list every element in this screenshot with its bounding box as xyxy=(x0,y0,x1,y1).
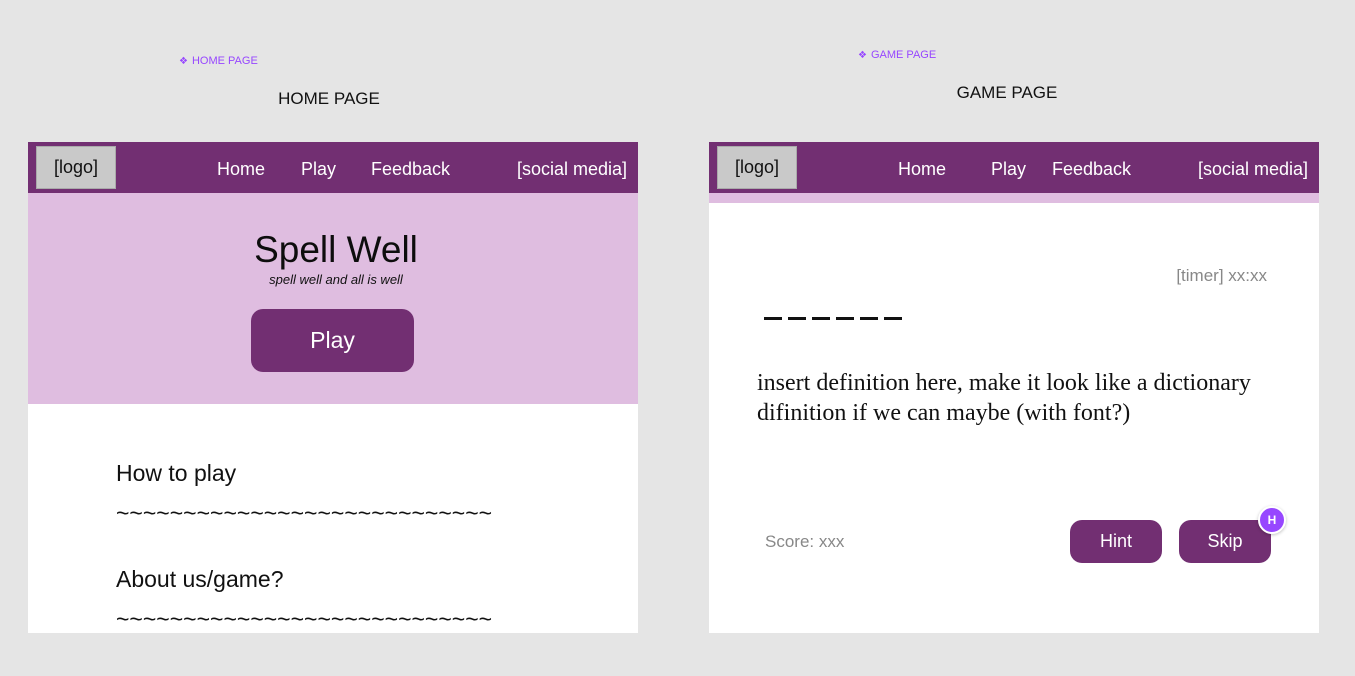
logo[interactable]: [logo] xyxy=(717,146,797,189)
nav-link-play[interactable]: Play xyxy=(991,159,1026,180)
letter-blank xyxy=(812,317,830,320)
frame-tag-label: GAME PAGE xyxy=(870,49,937,61)
how-to-play-placeholder: ~~~~~~~~~~~~~~~~~~~~~~~~~~~~ xyxy=(116,500,493,526)
frame-title-home: HOME PAGE xyxy=(278,89,380,108)
frame-tag-label: HOME PAGE xyxy=(191,55,258,67)
hero-tagline: spell well and all is well xyxy=(269,272,403,287)
navbar: [logo] Home Play Feedback [social media] xyxy=(28,142,638,193)
hint-button[interactable]: Hint xyxy=(1070,520,1162,563)
letter-blank xyxy=(836,317,854,320)
frame-tag-game: ❖ GAME PAGE xyxy=(858,49,936,61)
component-icon: ❖ xyxy=(858,49,867,61)
nav-link-feedback[interactable]: Feedback xyxy=(1052,159,1131,180)
nav-link-play[interactable]: Play xyxy=(301,159,336,180)
home-page-frame: [logo] Home Play Feedback [social media]… xyxy=(28,142,638,633)
how-to-play-heading: How to play xyxy=(116,460,237,486)
score: Score: xxx xyxy=(765,532,845,551)
word-definition: insert definition here, make it look lik… xyxy=(757,370,1251,426)
hero-section: Spell Well spell well and all is well Pl… xyxy=(28,193,638,404)
timer: [timer] xx:xx xyxy=(1176,266,1267,285)
logo[interactable]: [logo] xyxy=(36,146,116,189)
letter-blank xyxy=(764,317,782,320)
about-heading: About us/game? xyxy=(116,566,284,592)
avatar: H xyxy=(1258,506,1286,534)
social-media-links[interactable]: [social media] xyxy=(1198,159,1308,180)
social-media-links[interactable]: [social media] xyxy=(517,159,627,180)
letter-blank xyxy=(788,317,806,320)
skip-button[interactable]: Skip xyxy=(1179,520,1271,563)
component-icon: ❖ xyxy=(179,55,188,67)
about-placeholder: ~~~~~~~~~~~~~~~~~~~~~~~~~~~~ xyxy=(116,606,493,632)
frame-tag-home: ❖ HOME PAGE xyxy=(179,55,258,67)
navbar: [logo] Home Play Feedback [social media] xyxy=(709,142,1319,193)
play-button[interactable]: Play xyxy=(251,309,414,372)
hero-title: Spell Well xyxy=(254,229,418,270)
nav-link-feedback[interactable]: Feedback xyxy=(371,159,450,180)
accent-strip xyxy=(709,193,1319,203)
nav-link-home[interactable]: Home xyxy=(898,159,946,180)
frame-title-game: GAME PAGE xyxy=(956,83,1058,102)
game-page-frame: [logo] Home Play Feedback [social media]… xyxy=(709,142,1319,633)
nav-link-home[interactable]: Home xyxy=(217,159,265,180)
letter-blank xyxy=(884,317,902,320)
letter-blank xyxy=(860,317,878,320)
letter-blanks xyxy=(764,317,902,320)
